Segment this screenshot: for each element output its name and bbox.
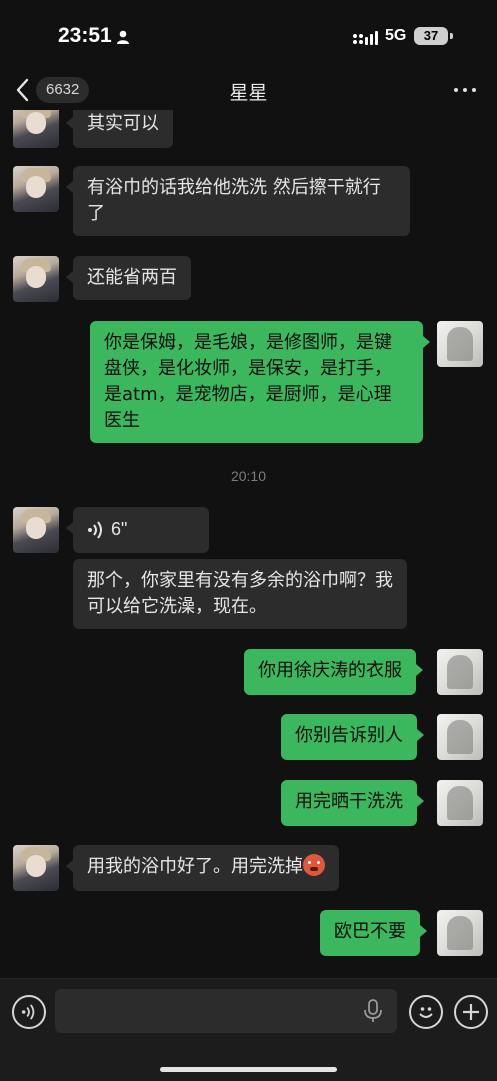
message-bubble[interactable]: 你用徐庆涛的衣服	[244, 649, 423, 695]
contact-avatar[interactable]	[13, 845, 59, 891]
self-avatar[interactable]	[437, 780, 483, 826]
message-bubble[interactable]: 有浴巾的话我给他洗洗 然后擦干就行了	[66, 166, 410, 236]
self-avatar[interactable]	[437, 321, 483, 367]
battery-indicator: 37	[414, 27, 453, 45]
contact-avatar[interactable]	[13, 110, 59, 148]
message-bubble[interactable]: 你别告诉别人	[281, 714, 424, 760]
self-avatar[interactable]	[437, 649, 483, 695]
message-list[interactable]: 其实可以 有浴巾的话我给他洗洗 然后擦干就行了 还能省两百 你是保姆，是毛娘，是…	[0, 110, 497, 978]
unread-count-badge[interactable]: 6632	[36, 77, 90, 103]
status-bar: 23:51 5G 37	[0, 0, 497, 72]
mic-icon[interactable]	[363, 999, 383, 1023]
voice-toggle-button[interactable]	[12, 995, 46, 1029]
voice-wave-icon	[21, 1004, 35, 1020]
more-dots-icon[interactable]	[450, 80, 480, 100]
chat-header: 6632 星星	[0, 72, 497, 108]
contact-avatar[interactable]	[13, 507, 59, 553]
contact-avatar[interactable]	[13, 256, 59, 302]
message-bubble[interactable]: 那个，你家里有没有多余的浴巾啊？我可以给它洗澡，现在。	[73, 559, 407, 629]
message-bubble[interactable]: 还能省两百	[66, 256, 191, 300]
hot-face-emoji-icon	[303, 854, 325, 876]
message-bubble[interactable]: 欧巴不要	[320, 910, 427, 956]
plus-icon[interactable]	[454, 995, 488, 1029]
message-bubble[interactable]: 你是保姆，是毛娘，是修图师，是键盘侠，是化妆师，是保安，是打手，是atm，是宠物…	[90, 321, 430, 443]
voice-duration: 6"	[111, 519, 128, 539]
message-text: 用我的浴巾好了。用完洗掉	[87, 856, 303, 877]
message-input[interactable]	[55, 989, 397, 1033]
home-indicator[interactable]	[160, 1067, 337, 1072]
message-bubble[interactable]: 用我的浴巾好了。用完洗掉	[66, 845, 339, 891]
input-bar	[0, 978, 497, 1081]
signal-icon	[353, 31, 378, 45]
message-bubble[interactable]: 其实可以	[66, 110, 173, 148]
voice-wave-icon	[88, 521, 102, 539]
contact-avatar[interactable]	[13, 166, 59, 212]
status-time: 23:51	[58, 24, 112, 47]
emoji-face-icon[interactable]	[409, 995, 443, 1029]
voice-message[interactable]: 6"	[66, 507, 209, 553]
network-type: 5G	[385, 27, 407, 44]
back-chevron-icon[interactable]	[14, 78, 32, 102]
message-timestamp: 20:10	[230, 468, 267, 484]
self-avatar[interactable]	[437, 910, 483, 956]
self-avatar[interactable]	[437, 714, 483, 760]
person-icon	[117, 30, 129, 44]
message-bubble[interactable]: 用完晒干洗洗	[281, 780, 424, 826]
